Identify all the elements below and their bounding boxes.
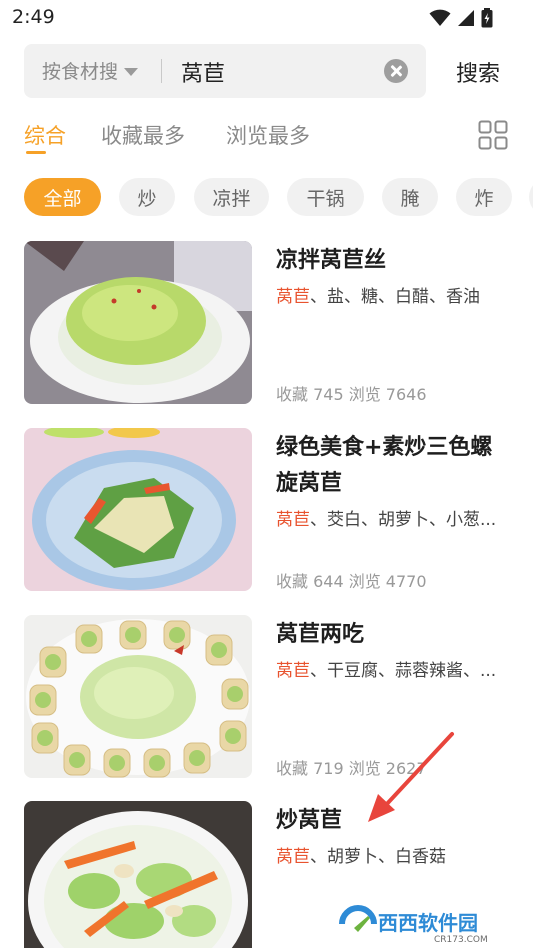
annotation-arrow-icon — [368, 732, 454, 822]
watermark-text: 西西软件园 — [378, 911, 478, 935]
watermark-logo: 西西软件园 CR173.COM — [334, 898, 514, 945]
watermark-subtext: CR173.COM — [434, 935, 488, 944]
